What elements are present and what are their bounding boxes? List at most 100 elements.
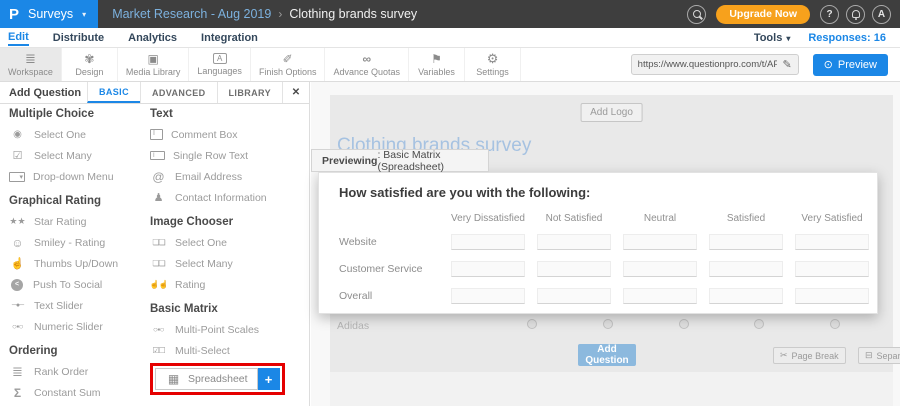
close-icon[interactable] <box>282 82 309 103</box>
matrix-cell-input[interactable] <box>451 288 525 304</box>
qtype-multi-point-scales[interactable]: Multi-Point Scales <box>150 319 302 340</box>
toolbar-item-advance-quotas[interactable]: Advance Quotas <box>325 48 409 81</box>
toolbar-item-variables[interactable]: Variables <box>409 48 465 81</box>
matrix-cell-input[interactable] <box>537 261 611 277</box>
qtype-thumbs-up-down[interactable]: Thumbs Up/Down <box>9 253 141 274</box>
single-row-icon <box>150 151 165 160</box>
notifications-button[interactable] <box>846 5 865 24</box>
qtype-image-select-many[interactable]: Select Many <box>150 253 302 274</box>
eye-icon <box>824 58 833 71</box>
toolbar-item-workspace[interactable]: Workspace <box>0 48 62 81</box>
qtype-label: Text Slider <box>34 300 83 312</box>
qtype-star-rating[interactable]: Star Rating <box>9 211 141 232</box>
toolbar-label: Design <box>75 67 103 77</box>
matrix-cell-input[interactable] <box>451 234 525 250</box>
panel-column-left: Multiple Choice Select One Select Many D… <box>9 104 141 403</box>
qtype-dropdown-menu[interactable]: Drop-down Menu <box>9 166 141 187</box>
tab-integration[interactable]: Integration <box>201 30 258 45</box>
matrix-cell-input[interactable] <box>623 234 697 250</box>
tools-menu[interactable]: Tools▾ <box>754 32 791 44</box>
tools-label: Tools <box>754 32 783 44</box>
toolbar-item-settings[interactable]: Settings <box>465 48 521 81</box>
matrix-cell-input[interactable] <box>623 261 697 277</box>
at-sign-icon <box>150 170 167 184</box>
panel-column-right: Text Comment Box Single Row Text Email A… <box>150 104 302 395</box>
matrix-cell-input[interactable] <box>795 261 869 277</box>
toolbar-item-languages[interactable]: Languages <box>189 48 251 81</box>
qtype-numeric-slider[interactable]: Numeric Slider <box>9 316 141 337</box>
qtype-constant-sum[interactable]: Constant Sum <box>9 382 141 403</box>
preview-label: Preview <box>838 59 877 71</box>
toolbar-label: Finish Options <box>259 67 317 77</box>
add-spreadsheet-button[interactable]: + <box>258 368 280 390</box>
qtype-label: Comment Box <box>171 129 238 141</box>
qtype-select-one[interactable]: Select One <box>9 124 141 145</box>
page-break-button[interactable]: Page Break <box>773 347 846 364</box>
avatar[interactable]: A <box>872 5 891 24</box>
tag-icon <box>431 52 442 65</box>
upgrade-now-button[interactable]: Upgrade Now <box>716 5 810 24</box>
qtype-select-many[interactable]: Select Many <box>9 145 141 166</box>
qtype-single-row-text[interactable]: Single Row Text <box>150 145 302 166</box>
qtype-push-to-social[interactable]: Push To Social <box>9 274 141 295</box>
tab-basic[interactable]: BASIC <box>87 82 140 103</box>
toolbar-label: Advance Quotas <box>333 67 400 77</box>
responses-link[interactable]: Responses: 16 <box>808 32 886 44</box>
radio-option[interactable] <box>527 319 537 329</box>
help-button[interactable]: ? <box>820 5 839 24</box>
numeric-slider-icon <box>9 322 26 331</box>
tab-analytics[interactable]: Analytics <box>128 30 177 45</box>
qtype-multi-select[interactable]: Multi-Select <box>150 340 302 361</box>
tab-library[interactable]: LIBRARY <box>217 82 282 103</box>
stars-icon <box>9 216 26 227</box>
qtype-email-address[interactable]: Email Address <box>150 166 302 187</box>
breadcrumb-folder[interactable]: Market Research - Aug 2019 <box>112 7 271 21</box>
matrix-cell-input[interactable] <box>709 261 783 277</box>
matrix-column-header: Very Dissatisfied <box>445 213 531 224</box>
preview-button[interactable]: Preview <box>813 54 888 76</box>
qtype-contact-information[interactable]: Contact Information <box>150 187 302 208</box>
matrix-cell-input[interactable] <box>537 288 611 304</box>
qtype-image-select-one[interactable]: Select One <box>150 232 302 253</box>
surveys-menu[interactable]: P Surveys ▾ <box>0 0 98 28</box>
section-heading: Image Chooser <box>150 216 302 232</box>
radio-option[interactable] <box>603 319 613 329</box>
tab-distribute[interactable]: Distribute <box>53 30 104 45</box>
matrix-cell-input[interactable] <box>709 234 783 250</box>
matrix-cell-input[interactable] <box>795 234 869 250</box>
survey-url-input[interactable] <box>638 59 778 70</box>
separator-button[interactable]: Separator <box>858 347 900 364</box>
matrix-cell-input[interactable] <box>709 288 783 304</box>
add-logo-button[interactable]: Add Logo <box>580 103 643 122</box>
qtype-comment-box[interactable]: Comment Box <box>150 124 302 145</box>
radio-option[interactable] <box>754 319 764 329</box>
qtype-image-rating[interactable]: Rating <box>150 274 302 295</box>
matrix-cell-input[interactable] <box>451 261 525 277</box>
multi-point-icon <box>150 325 167 334</box>
search-button[interactable] <box>687 5 706 24</box>
toolbar-item-media-library[interactable]: Media Library <box>118 48 190 81</box>
questionpro-logo[interactable]: P <box>9 6 19 23</box>
translate-icon <box>213 53 227 64</box>
toolbar-item-finish-options[interactable]: Finish Options <box>251 48 326 81</box>
matrix-cell-input[interactable] <box>623 288 697 304</box>
qtype-label: Email Address <box>175 171 242 183</box>
radio-option[interactable] <box>830 319 840 329</box>
matrix-cell-input[interactable] <box>537 234 611 250</box>
tab-advanced[interactable]: ADVANCED <box>140 82 217 103</box>
radio-option[interactable] <box>679 319 689 329</box>
matrix-cell-input[interactable] <box>795 288 869 304</box>
qtype-text-slider[interactable]: Text Slider <box>9 295 141 316</box>
qtype-spreadsheet-highlighted[interactable]: Spreadsheet + <box>150 363 285 395</box>
matrix-column-header: Satisfied <box>703 213 789 224</box>
qtype-spreadsheet[interactable]: Spreadsheet <box>155 368 258 390</box>
toolbar-item-design[interactable]: Design <box>62 48 118 81</box>
qtype-smiley-rating[interactable]: Smiley - Rating <box>9 232 141 253</box>
section-heading: Graphical Rating <box>9 195 141 211</box>
nav-right: Tools▾ Responses: 16 <box>754 32 900 44</box>
qtype-rank-order[interactable]: Rank Order <box>9 361 141 382</box>
edit-url-pencil-icon[interactable] <box>782 58 791 71</box>
add-question-button[interactable]: Add Question <box>578 344 636 366</box>
previewing-type: : Basic Matrix (Spreadsheet) <box>377 149 488 173</box>
tab-edit[interactable]: Edit <box>8 29 29 46</box>
